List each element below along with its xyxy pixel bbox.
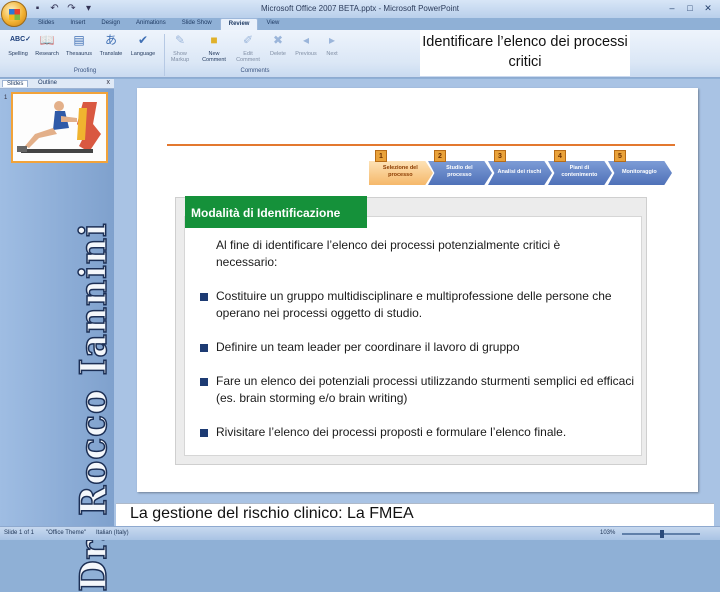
pane-tabs: Slides Outline x <box>0 79 114 89</box>
slide-thumbnail[interactable] <box>11 92 108 163</box>
zoom-level[interactable]: 103% <box>600 530 615 536</box>
bullet-square-icon <box>200 429 208 437</box>
tab-design[interactable]: Design <box>93 18 128 30</box>
language-button[interactable]: ✔ Language <box>128 32 158 57</box>
status-bar: Slide 1 of 1 "Office Theme" Italian (Ita… <box>0 526 720 540</box>
research-icon: 📖 <box>39 33 55 47</box>
window-title: Microsoft Office 2007 BETA.pptx - Micros… <box>261 4 459 13</box>
thesaurus-icon: ▤ <box>73 33 85 47</box>
pane-tab-outline[interactable]: Outline <box>34 80 61 86</box>
comments-group-label: Comments <box>240 68 270 74</box>
close-icon[interactable]: ✕ <box>700 2 716 15</box>
new-comment-icon: ■ <box>210 33 218 47</box>
rowing-figure-icon <box>13 94 106 161</box>
next-comment-button[interactable]: ▸ Next <box>317 32 347 57</box>
research-button[interactable]: 📖 Research <box>32 32 62 57</box>
vertical-author-text: Dr. Rocco Iannini <box>72 222 116 592</box>
bullet-item: Fare un elenco dei potenziali processi u… <box>197 373 637 407</box>
edit-comment-icon: ✐ <box>242 33 254 47</box>
slide-count: Slide 1 of 1 <box>4 530 35 536</box>
next-icon: ▸ <box>328 33 336 47</box>
proofing-group-label: Proofing <box>73 68 97 74</box>
slides-pane: Slides Outline x 1 Dr. Rocco Iannini <box>0 79 116 592</box>
pane-close-icon[interactable]: x <box>107 79 111 86</box>
bullet-square-icon <box>200 344 208 352</box>
ribbon-tabs: Slides Insert Design Animations Slide Sh… <box>30 18 287 30</box>
bullet-square-icon <box>200 293 208 301</box>
translate-button[interactable]: あ Translate <box>96 32 126 57</box>
office-logo-icon <box>9 9 20 20</box>
minimize-icon[interactable]: – <box>664 2 680 15</box>
show-markup-button[interactable]: ✎ Show Markup <box>165 32 195 63</box>
zoom-slider-handle[interactable] <box>660 530 664 538</box>
slide-canvas[interactable]: 1 Selezione del processo 2 Studio del pr… <box>137 88 698 492</box>
step-analisi: 3 Analisi dei rischi <box>488 150 552 185</box>
step-selezione: 1 Selezione del processo <box>369 150 433 185</box>
bullet-item: Definire un team leader per coordinare i… <box>197 339 637 356</box>
tab-animations[interactable]: Animations <box>128 18 174 30</box>
spelling-icon: ABC✓ <box>10 36 32 43</box>
title-bar: ▪ ↶ ↷ ▾ Microsoft Office 2007 BETA.pptx … <box>0 0 720 18</box>
bullet-item: Costituire un gruppo multidisciplinare e… <box>197 288 637 322</box>
theme-name: "Office Theme" <box>46 530 87 536</box>
language-status[interactable]: Italian (Italy) <box>96 530 129 536</box>
translate-icon: あ <box>104 33 117 47</box>
maximize-icon[interactable]: □ <box>682 2 698 15</box>
tab-slide-show[interactable]: Slide Show <box>174 18 220 30</box>
step-piani: 4 Piani di contenimento <box>548 150 612 185</box>
window-controls: – □ ✕ <box>664 2 716 15</box>
language-icon: ✔ <box>137 33 149 47</box>
edit-comment-button[interactable]: ✐ Edit Comment <box>233 32 263 63</box>
step-studio: 2 Studio del processo <box>428 150 492 185</box>
thumbnail-number: 1 <box>4 95 8 101</box>
delete-icon: ✖ <box>272 33 284 47</box>
tab-insert[interactable]: Insert <box>62 18 93 30</box>
tab-view[interactable]: View <box>258 18 287 30</box>
intro-text: Al fine di identificare l’elenco dei pro… <box>216 238 561 269</box>
pane-tab-slides[interactable]: Slides <box>2 80 29 87</box>
bullet-square-icon <box>200 378 208 386</box>
tab-slides[interactable]: Slides <box>30 18 62 30</box>
step-monitoraggio: 5 Monitoraggio <box>608 150 672 185</box>
markup-icon: ✎ <box>174 33 186 47</box>
previous-icon: ◂ <box>302 33 310 47</box>
thesaurus-button[interactable]: ▤ Thesaurus <box>64 32 94 57</box>
office-button[interactable] <box>1 1 27 27</box>
footer-caption: La gestione del rischio clinico: La FMEA <box>130 505 414 522</box>
bullet-item: Rivisitare l’elenco dei processi propost… <box>197 424 637 441</box>
delete-comment-button[interactable]: ✖ Delete <box>263 32 293 57</box>
new-comment-button[interactable]: ■ New Comment <box>199 32 229 63</box>
spelling-button[interactable]: ABC✓ Spelling <box>3 32 33 57</box>
overlay-title: Identificare l’elenco dei processi criti… <box>420 30 630 76</box>
tab-review[interactable]: Review <box>219 18 259 30</box>
orange-divider <box>167 144 675 146</box>
box-title: Modalità di Identificazione <box>185 196 367 228</box>
